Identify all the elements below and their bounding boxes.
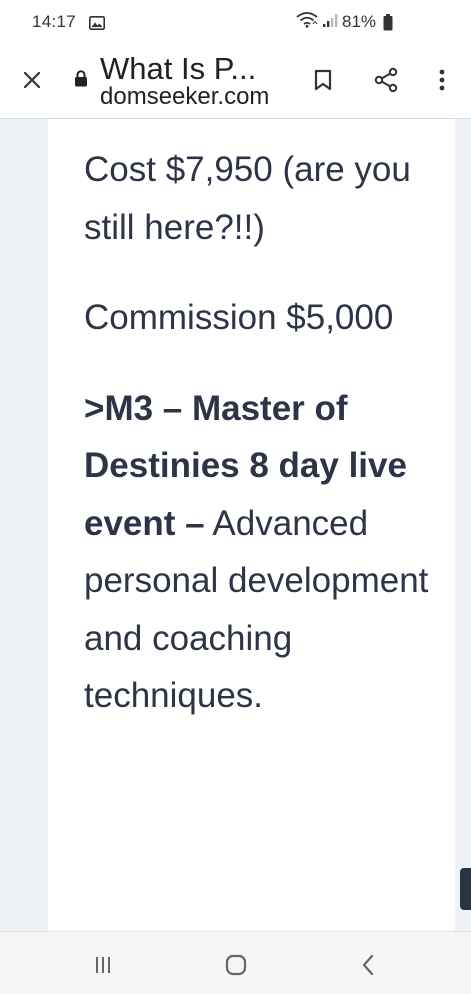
lock-icon [74,70,88,92]
status-time: 14:17 [32,12,77,31]
recents-icon [96,957,110,973]
m3-paragraph: >M3 – Master of Destinies 8 day live eve… [84,380,444,725]
web-content[interactable]: Cost $7,950 (are you still here?!!) Comm… [0,119,471,931]
status-bar: 14:17 81% [0,0,471,46]
browser-toolbar: What Is P... domseeker.com [0,46,471,119]
page-url: domseeker.com [100,85,270,109]
more-vert-icon [439,69,445,91]
back-button[interactable] [353,950,383,980]
wifi-icon [296,12,318,33]
home-button[interactable] [221,950,251,980]
bookmark-icon [314,69,332,91]
system-nav-bar [0,931,471,994]
battery-percent: 81% [342,12,377,31]
close-icon [23,71,41,89]
recents-button[interactable] [88,950,118,980]
cost-paragraph: Cost $7,950 (are you still here?!!) [84,150,411,247]
scroll-thumb[interactable] [460,868,471,910]
article-card: Cost $7,950 (are you still here?!!) Comm… [48,119,455,931]
commission-paragraph: Commission $5,000 [84,298,394,337]
bookmark-button[interactable] [305,62,341,98]
home-icon [225,954,247,976]
share-button[interactable] [368,62,404,98]
page-title-area[interactable]: What Is P... domseeker.com [100,52,290,109]
page-title: What Is P... [100,52,257,86]
battery-icon [383,14,393,36]
status-indicators [296,12,340,33]
back-icon [362,954,374,976]
share-icon [374,67,398,93]
more-options-button[interactable] [424,62,460,98]
signal-icon [322,12,340,33]
gallery-icon [89,15,105,35]
article-body: Cost $7,950 (are you still here?!!) Comm… [84,141,444,758]
close-button[interactable] [14,62,50,98]
